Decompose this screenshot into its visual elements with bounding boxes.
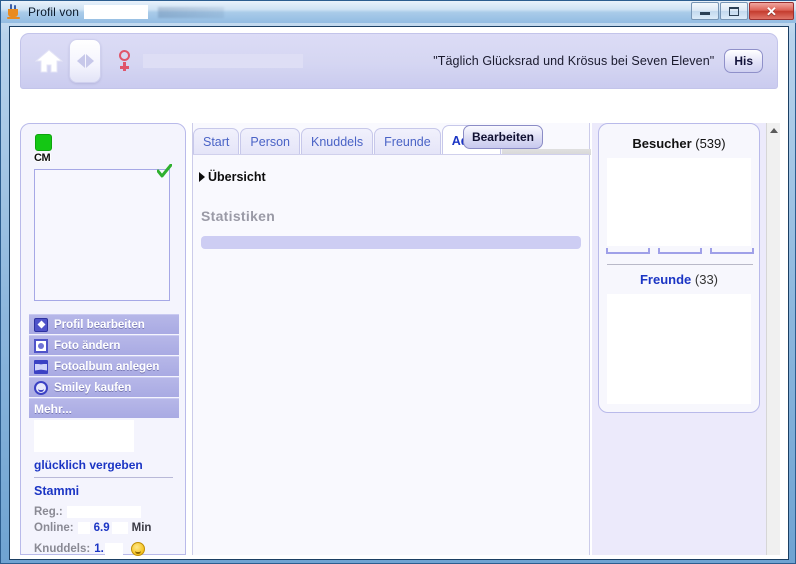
menu-item-label: Smiley kaufen	[54, 381, 132, 394]
section-heading-label: Übersicht	[208, 170, 266, 184]
menu-item-smiley-kaufen[interactable]: Smiley kaufen	[29, 377, 179, 397]
arrow-right-icon[interactable]	[85, 54, 94, 68]
pencil-icon	[34, 317, 48, 332]
stat-value-knuddels: 1.	[94, 543, 104, 555]
right-sidebar-panel: Besucher (539) Freunde (33)	[598, 123, 760, 413]
os-window: Profil von ✕ "Täglich Glücksrad und Krös…	[0, 0, 796, 564]
sidebar-nick-label: CM	[34, 152, 51, 164]
close-icon: ✕	[766, 3, 777, 19]
profile-extra-redacted	[34, 420, 134, 452]
stat-value-reg-redacted	[66, 506, 141, 518]
green-check-icon	[157, 164, 172, 179]
photo-icon	[34, 338, 48, 353]
right-panel-divider	[607, 264, 753, 265]
window-controls: ✕	[691, 2, 794, 20]
sidebar-divider	[34, 477, 173, 478]
close-button[interactable]: ✕	[749, 2, 794, 20]
stat-row-knuddels: Knuddels: 1.	[34, 542, 145, 556]
title-ghost-text	[158, 6, 225, 18]
maximize-button[interactable]	[720, 2, 748, 20]
stat-row-reg: Reg.:	[34, 506, 141, 518]
online-status-indicator	[35, 134, 52, 151]
visitor-underline	[658, 248, 702, 254]
stat-knuddels-mask	[104, 543, 123, 555]
visitors-heading: Besucher (539)	[599, 136, 759, 151]
friends-count: (33)	[694, 272, 719, 287]
menu-item-label: Mehr...	[34, 401, 73, 416]
arrow-left-icon[interactable]	[76, 54, 85, 68]
female-gender-icon	[117, 50, 133, 72]
vertical-scrollbar[interactable]	[766, 123, 780, 555]
stat-label-reg: Reg.:	[34, 506, 63, 518]
friends-list-box[interactable]	[607, 294, 751, 404]
main-body: Übersicht Statistiken	[193, 154, 589, 554]
menu-item-fotoalbum-anlegen[interactable]: Fotoalbum anlegen	[29, 356, 179, 376]
stat-online-mask-right	[111, 522, 128, 534]
tab-freunde[interactable]: Freunde	[374, 128, 441, 155]
menu-item-label: Profil bearbeiten	[54, 318, 145, 331]
stat-label-knuddels: Knuddels:	[34, 543, 91, 555]
home-icon[interactable]	[34, 48, 64, 74]
visitors-count: (539)	[695, 136, 726, 151]
tab-start[interactable]: Start	[193, 128, 240, 155]
profile-sidebar: CM Profil bearbeiten Foto ändern Fotoalb…	[20, 123, 186, 556]
relationship-status: glücklich vergeben	[34, 458, 143, 472]
friends-label[interactable]: Freunde	[640, 272, 691, 287]
section-heading-uebersicht[interactable]: Übersicht	[199, 170, 266, 184]
friends-heading: Freunde (33)	[599, 272, 759, 287]
history-button[interactable]: His	[724, 49, 763, 73]
maximize-icon	[729, 6, 739, 16]
profile-name-redacted	[143, 54, 303, 68]
profile-banner: "Täglich Glücksrad und Krösus bei Seven …	[20, 33, 778, 89]
menu-item-label: Foto ändern	[54, 339, 121, 352]
banner-tagline: "Täglich Glücksrad und Krösus bei Seven …	[433, 54, 715, 68]
smiley-icon	[34, 380, 48, 395]
visitor-thumb-underlines	[606, 248, 754, 256]
minimize-button[interactable]	[691, 2, 719, 20]
visitor-underline	[606, 248, 650, 254]
menu-item-label: Fotoalbum anlegen	[54, 360, 160, 373]
statistics-bar	[201, 236, 581, 249]
menu-item-foto-aendern[interactable]: Foto ändern	[29, 335, 179, 355]
profile-photo-frame[interactable]	[34, 169, 170, 301]
minimize-icon	[700, 12, 710, 15]
membership-label: Stammi	[34, 484, 80, 498]
main-content-panel: Start Person Knuddels Freunde Admin Bear…	[192, 123, 591, 555]
title-redacted-name	[84, 5, 149, 19]
edit-button[interactable]: Bearbeiten	[462, 125, 543, 149]
java-app-icon	[6, 4, 22, 20]
stat-row-online: Online: 6.9 Min	[34, 522, 151, 534]
scroll-up-button[interactable]	[767, 123, 780, 137]
menu-item-mehr[interactable]: Mehr...	[29, 398, 179, 418]
visitors-label: Besucher	[632, 136, 692, 151]
stat-label-online: Online:	[34, 522, 74, 534]
smiley-icon	[130, 542, 145, 556]
tab-knuddels[interactable]: Knuddels	[301, 128, 374, 155]
window-title: Profil von	[28, 5, 80, 19]
triangle-right-icon	[199, 172, 205, 182]
caret-up-icon	[769, 127, 778, 133]
visitors-list-box[interactable]	[607, 158, 751, 246]
stat-value-online: 6.9	[93, 522, 110, 534]
sidebar-action-menu: Profil bearbeiten Foto ändern Fotoalbum …	[29, 314, 179, 418]
window-titlebar: Profil von ✕	[1, 1, 796, 23]
stat-unit-online: Min	[131, 522, 152, 534]
statistics-heading: Statistiken	[201, 208, 276, 224]
visitor-underline	[710, 248, 754, 254]
menu-item-profil-bearbeiten[interactable]: Profil bearbeiten	[29, 314, 179, 334]
stat-online-mask-left	[77, 522, 90, 534]
application-client-area: "Täglich Glücksrad und Krösus bei Seven …	[9, 26, 789, 560]
tab-person[interactable]: Person	[240, 128, 301, 155]
album-icon	[34, 359, 48, 374]
nav-arrows[interactable]	[69, 39, 101, 83]
